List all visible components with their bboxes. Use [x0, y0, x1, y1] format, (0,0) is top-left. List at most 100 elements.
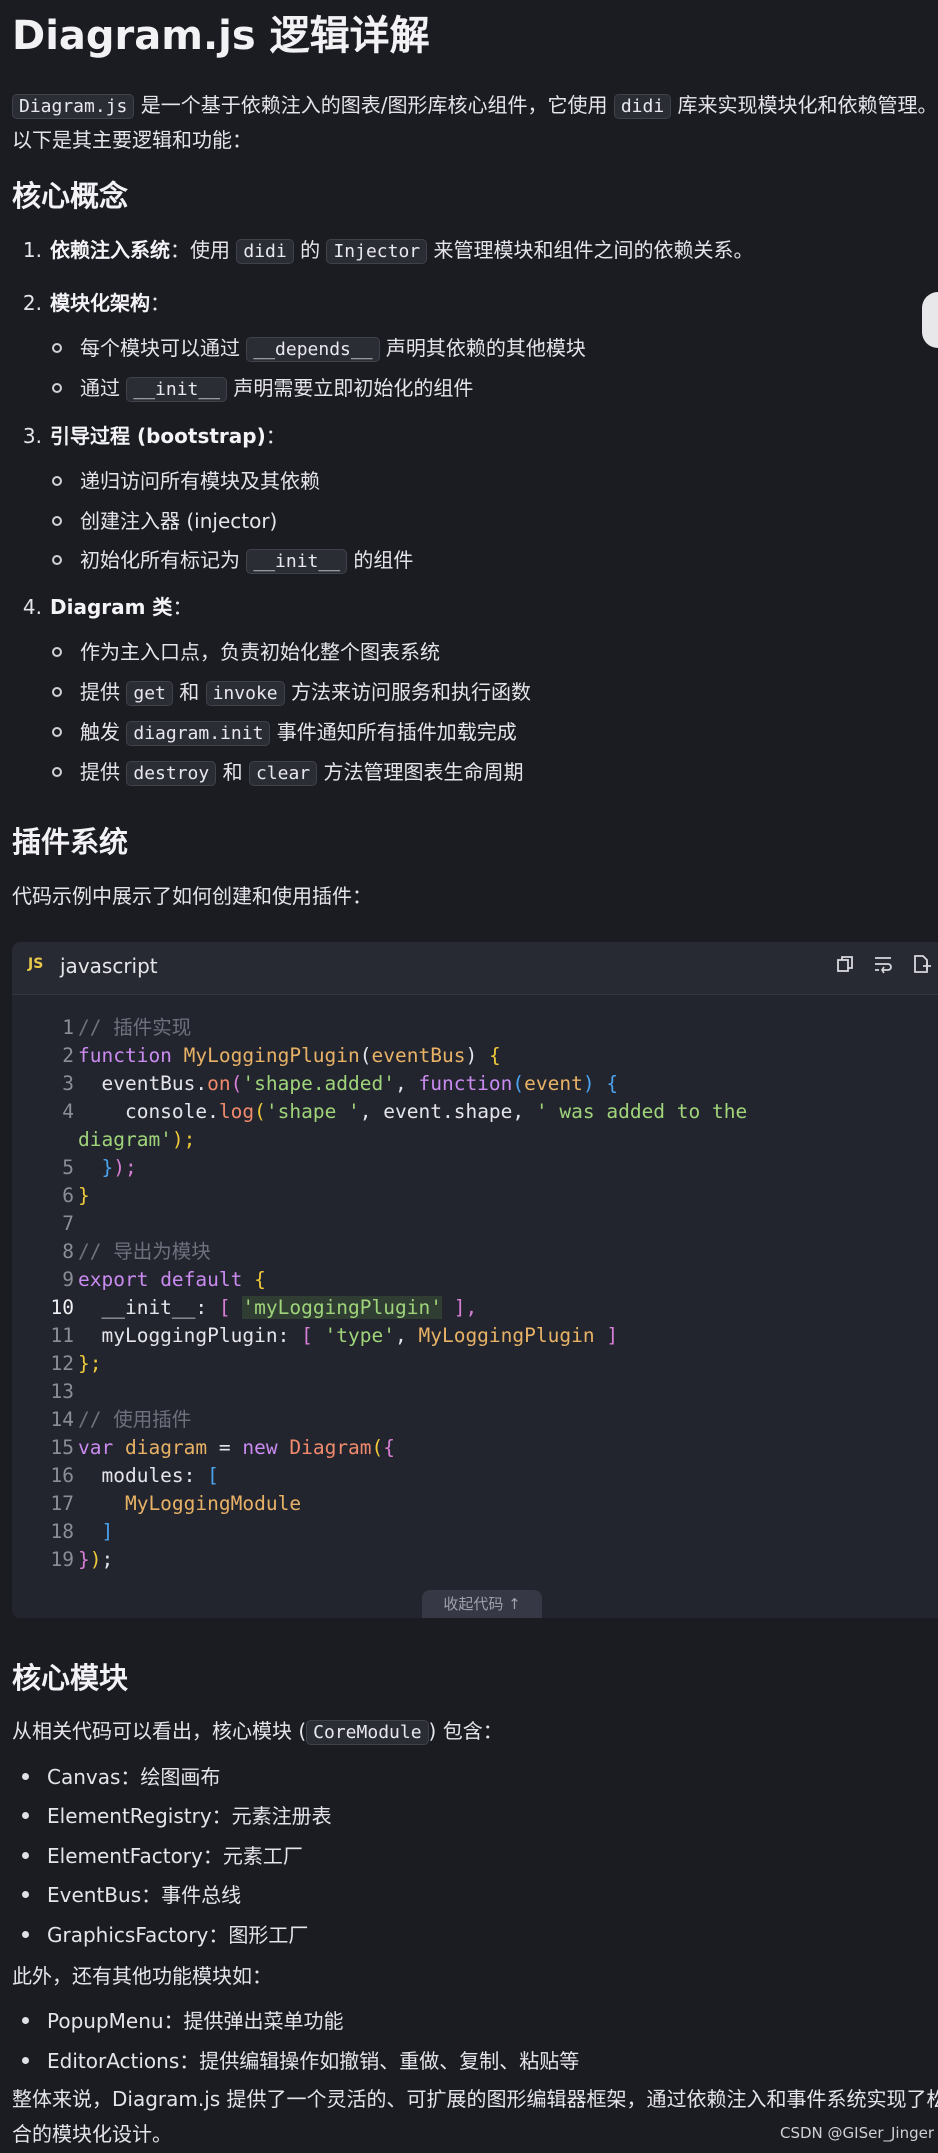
code-line: });	[78, 1156, 137, 1179]
code-line: myLoggingPlugin: [ 'type', MyLoggingPlug…	[78, 1324, 619, 1347]
inline-code: __init__	[126, 377, 228, 402]
line-number: 9	[62, 1268, 74, 1291]
inline-code: clear	[248, 761, 318, 786]
dot-bullet-icon	[22, 1773, 29, 1780]
more-modules-text: 此外，还有其他功能模块如：	[12, 1964, 272, 1988]
page-title: Diagram.js 逻辑详解	[12, 13, 430, 59]
inline-code: Diagram.js	[12, 94, 135, 119]
circle-bullet-icon	[52, 382, 62, 393]
code-line: eventBus.on('shape.added', function(even…	[78, 1072, 619, 1095]
intro-line-2: 以下是其主要逻辑和功能：	[12, 128, 252, 152]
sub-list-item: 每个模块可以通过 __depends__ 声明其依赖的其他模块	[52, 333, 586, 365]
code-line: };	[78, 1352, 102, 1375]
line-number: 18	[50, 1520, 74, 1543]
plugin-intro: 代码示例中展示了如何创建和使用插件：	[12, 884, 372, 908]
inline-code: CoreModule	[306, 1720, 429, 1745]
scroll-handle[interactable]	[922, 292, 938, 348]
wrap-lines-icon[interactable]	[872, 954, 894, 976]
code-line: }	[78, 1184, 90, 1207]
dot-bullet-icon	[22, 2017, 29, 2024]
line-number: 3	[62, 1072, 74, 1095]
sub-list-item: 触发 diagram.init 事件通知所有插件加载完成	[52, 717, 517, 749]
code-line: var diagram = new Diagram({	[78, 1436, 396, 1459]
circle-bullet-icon	[52, 342, 62, 353]
list-item: EventBus：事件总线	[22, 1880, 241, 1910]
line-number: 6	[62, 1184, 74, 1207]
line-number: 1	[62, 1016, 74, 1039]
inline-code: diagram.init	[126, 721, 271, 746]
sub-list-item: 提供 get 和 invoke 方法来访问服务和执行函数	[52, 677, 531, 709]
list-item: 2. 模块化架构：	[22, 291, 170, 315]
summary-line-2: 合的模块化设计。	[12, 2122, 172, 2146]
code-line-wrapped: diagram');	[78, 1128, 196, 1151]
line-number: 13	[50, 1380, 74, 1403]
list-item: 1. 依赖注入系统：使用 didi 的 Injector 来管理模块和组件之间的依…	[22, 238, 754, 264]
sub-list-item: 通过 __init__ 声明需要立即初始化的组件	[52, 373, 473, 405]
line-number: 5	[62, 1156, 74, 1179]
js-language-icon: JS	[28, 956, 44, 972]
circle-bullet-icon	[52, 554, 62, 565]
insert-code-icon[interactable]	[910, 954, 932, 976]
core-modules-intro: 从相关代码可以看出，核心模块 (CoreModule) 包含：	[12, 1719, 503, 1745]
line-number: 16	[50, 1464, 74, 1487]
code-line: // 插件实现	[78, 1016, 192, 1039]
line-number: 2	[62, 1044, 74, 1067]
code-line: modules: [	[78, 1464, 219, 1487]
dot-bullet-icon	[22, 2057, 29, 2064]
circle-bullet-icon	[52, 686, 62, 697]
inline-code: __init__	[246, 549, 348, 574]
list-item: Canvas：绘图画布	[22, 1762, 220, 1792]
list-item: ElementFactory：元素工厂	[22, 1841, 303, 1871]
code-line: __init__: [ 'myLoggingPlugin' ],	[78, 1296, 478, 1319]
line-number: 19	[50, 1548, 74, 1571]
line-number: 14	[50, 1408, 74, 1431]
line-number: 11	[50, 1324, 74, 1347]
inline-code: didi	[613, 94, 672, 119]
code-line: // 使用插件	[78, 1408, 192, 1431]
sub-list-item: 作为主入口点，负责初始化整个图表系统	[52, 637, 440, 667]
line-number: 7	[62, 1212, 74, 1235]
sub-list-item: 提供 destroy 和 clear 方法管理图表生命周期	[52, 757, 523, 789]
code-line: });	[78, 1548, 114, 1571]
line-number: 8	[62, 1240, 74, 1263]
code-line: export default {	[78, 1268, 266, 1291]
inline-code: __depends__	[246, 337, 380, 362]
list-item: 3. 引导过程 (bootstrap)：	[22, 424, 286, 448]
heading-core-modules: 核心模块	[12, 1661, 129, 1695]
code-language-label: javascript	[60, 954, 158, 978]
code-line: // 导出为模块	[78, 1240, 211, 1263]
summary-line-1: 整体来说，Diagram.js 提供了一个灵活的、可扩展的图形编辑器框架，通过依…	[12, 2087, 938, 2111]
inline-code: invoke	[205, 681, 285, 706]
code-line: function MyLoggingPlugin(eventBus) {	[78, 1044, 501, 1067]
line-number: 4	[62, 1100, 74, 1123]
code-block-header: JS javascript	[12, 942, 938, 995]
copy-icon[interactable]	[834, 954, 856, 976]
code-block: JS javascript 1 2 3 4 5 6 7 8 9 10 11 12	[12, 942, 938, 1618]
inline-code: destroy	[126, 761, 217, 786]
list-item: EditorActions：提供编辑操作如撤销、重做、复制、粘贴等	[22, 2046, 579, 2076]
code-line: MyLoggingModule	[78, 1492, 302, 1515]
list-item: PopupMenu：提供弹出菜单功能	[22, 2006, 344, 2036]
list-item: 4. Diagram 类：	[22, 595, 193, 619]
dot-bullet-icon	[22, 1891, 29, 1898]
dot-bullet-icon	[22, 1812, 29, 1819]
heading-core-concepts: 核心概念	[12, 179, 129, 213]
circle-bullet-icon	[52, 766, 62, 777]
list-item: ElementRegistry：元素注册表	[22, 1801, 332, 1831]
intro-line-1: Diagram.js 是一个基于依赖注入的图表/图形库核心组件，它使用 didi…	[12, 90, 938, 122]
line-number-current: 10	[50, 1296, 74, 1319]
circle-bullet-icon	[52, 646, 62, 657]
sub-list-item: 创建注入器 (injector)	[52, 506, 277, 536]
heading-plugin-system: 插件系统	[12, 825, 129, 859]
circle-bullet-icon	[52, 726, 62, 737]
inline-code: get	[126, 681, 173, 706]
collapse-code-button[interactable]: 收起代码 ↑	[422, 1590, 542, 1618]
watermark: CSDN @GISer_Jinger	[779, 2124, 934, 2142]
inline-code: Injector	[326, 239, 428, 264]
line-number: 12	[50, 1352, 74, 1375]
code-line: console.log('shape ', event.shape, ' was…	[78, 1100, 748, 1123]
inline-code: didi	[236, 239, 294, 264]
line-number: 15	[50, 1436, 74, 1459]
dot-bullet-icon	[22, 1931, 29, 1938]
circle-bullet-icon	[52, 475, 62, 486]
